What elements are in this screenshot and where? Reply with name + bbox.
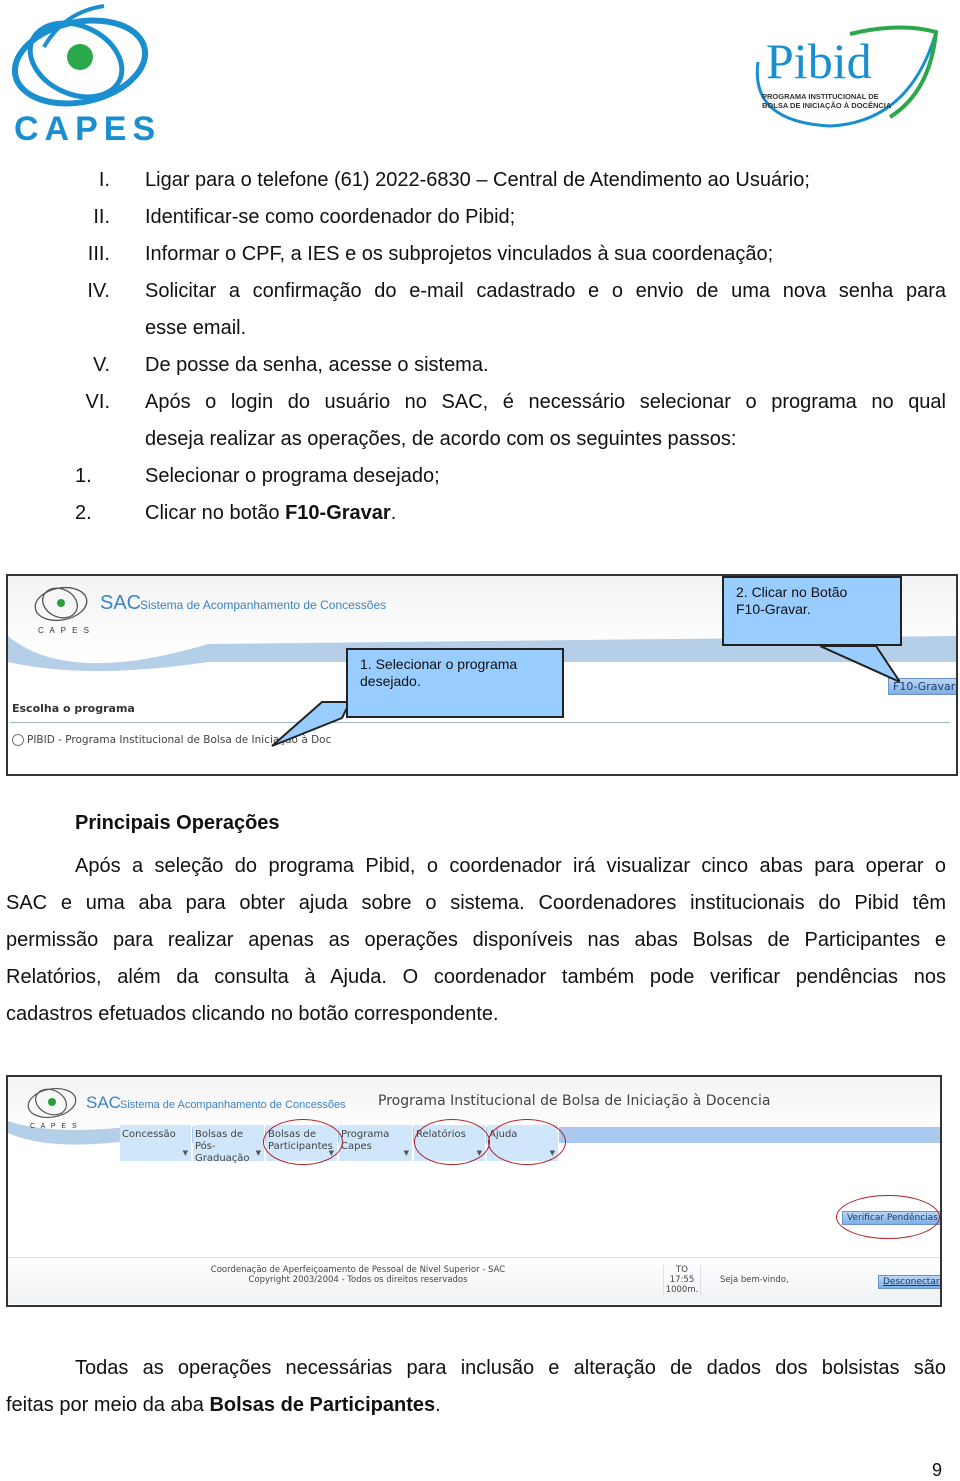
step-number: V. [92, 354, 110, 376]
capes-small-logo-icon [34, 586, 88, 622]
sac-subtitle: Sistema de Acompanhamento de Concessões [140, 598, 387, 612]
capes-logo-icon [11, 4, 149, 107]
pibid-logo-text: Pibid [766, 33, 872, 89]
step-text: Solicitar a confirmação do e-mail cadast… [145, 280, 946, 302]
step-text: Identificar-se como coordenador do Pibid… [145, 206, 516, 228]
step-text-bold: F10-Gravar [285, 502, 391, 524]
callout-click-save: 2. Clicar no Botão F10-Gravar. [722, 576, 902, 646]
program-title: Programa Institucional de Bolsa de Inici… [378, 1093, 771, 1109]
radio-button[interactable] [12, 734, 24, 746]
callout2-pointer [820, 645, 900, 684]
step-text: Informar o CPF, a IES e os subprojetos v… [145, 243, 774, 265]
step-text: Selecionar o programa desejado; [145, 465, 440, 487]
text-suffix: . [435, 1394, 441, 1416]
step-text-cont: esse email. [145, 317, 247, 339]
callout1-pointer [271, 701, 350, 747]
step-text: De posse da senha, acesse o sistema. [145, 354, 489, 376]
paragraph-line: feitas por meio da aba Bolsas de Partici… [6, 1387, 946, 1424]
capes-small-logo-text: C A P E S [30, 1123, 79, 1130]
section-title: Principais Operações [75, 812, 280, 834]
step-number: I. [98, 169, 110, 191]
footer-timeout: 1000m. [665, 1285, 699, 1295]
pibid-logo: Pibid PROGRAMA INSTITUCIONAL DE BOLSA DE… [740, 22, 940, 132]
callout-line: desejado. [360, 673, 421, 689]
screenshot-sac-main: C A P E S SAC Sistema de Acompanhamento … [6, 1075, 942, 1307]
tab-bolsas-pos-graduacao[interactable]: Bolsas de Pós-Graduação ▼ [193, 1125, 265, 1164]
paragraph-line: Todas as operações necessárias para incl… [75, 1357, 946, 1379]
highlight-ellipse [488, 1119, 566, 1165]
tab-label: Pós-Graduação [195, 1141, 250, 1164]
highlight-ellipse [414, 1119, 490, 1165]
sac-title: SAC [86, 1093, 121, 1112]
step-text: Clicar no botão F10-Gravar. [145, 501, 396, 525]
footer-line: Coordenação de Aperfeiçoamento de Pessoa… [210, 1265, 506, 1275]
chevron-down-icon: ▼ [403, 1149, 409, 1157]
step-number: IV. [87, 280, 110, 302]
callout-line: 1. Selecionar o programa [360, 656, 518, 672]
capes-logo: CAPES [4, 2, 156, 148]
page-number: 9 [932, 1460, 943, 1480]
disconnect-button[interactable]: Desconectar [878, 1275, 940, 1289]
footer-copyright: Coordenação de Aperfeiçoamento de Pessoa… [158, 1265, 558, 1285]
tab-label: Bolsas de [195, 1129, 243, 1140]
tab-concessao[interactable]: Concessão ▼ [120, 1125, 192, 1161]
step-text-cont: deseja realizar as operações, de acordo … [145, 428, 737, 450]
step-text: Ligar para o telefone (61) 2022-6830 – C… [145, 169, 810, 191]
pibid-logo-subtitle: PROGRAMA INSTITUCIONAL DE BOLSA DE INICI… [762, 92, 891, 110]
tab-label: Programa Capes [341, 1129, 390, 1152]
step-number: III. [87, 243, 110, 265]
callout-line: F10-Gravar. [736, 601, 811, 617]
paragraph-line: cadastros efetuados clicando no botão co… [6, 1003, 499, 1025]
footer-line: Copyright 2003/2004 - Todos os direitos … [248, 1275, 468, 1285]
step-text-suffix: . [390, 502, 397, 524]
callout-select-program: 1. Selecionar o programa desejado. [346, 648, 564, 718]
step-number: 1. [75, 465, 92, 487]
tab-label: Concessão [122, 1129, 176, 1140]
paragraph-line: SAC e uma aba para obter ajuda sobre o s… [6, 892, 946, 914]
tab-programa-capes[interactable]: Programa Capes ▼ [339, 1125, 413, 1161]
footer-session-info: TO 17:55 1000m. [663, 1265, 701, 1295]
divider [10, 722, 950, 723]
chevron-down-icon: ▼ [182, 1149, 188, 1157]
section-label: Escolha o programa [12, 702, 135, 715]
text-bold: Bolsas de Participantes [209, 1394, 436, 1416]
pibid-subtitle-line1: PROGRAMA INSTITUCIONAL DE [762, 92, 879, 101]
highlight-ellipse [263, 1119, 343, 1165]
pibid-subtitle-line2: BOLSA DE INICIAÇÃO À DOCÊNCIA [762, 101, 892, 110]
capes-small-logo-text: C A P E S [38, 626, 91, 635]
step-text-prefix: Clicar no botão [145, 502, 286, 524]
chevron-down-icon: ▼ [255, 1149, 261, 1157]
step-text: Após o login do usuário no SAC, é necess… [145, 391, 946, 413]
step-number: VI. [85, 391, 110, 413]
text-prefix: feitas por meio da aba [6, 1394, 210, 1416]
sac-title: SAC [100, 592, 142, 614]
paragraph-line: Relatórios, além da consulta à Ajuda. O … [6, 966, 946, 988]
footer-time: 17:55 [669, 1275, 695, 1285]
callout-line: 2. Clicar no Botão [736, 584, 848, 600]
paragraph-line: permissão para realizar apenas as operaç… [6, 929, 946, 951]
highlight-ellipse [836, 1195, 940, 1239]
capes-small-logo-icon [27, 1087, 77, 1119]
sac-subtitle: Sistema de Acompanhamento de Concessões [120, 1099, 346, 1111]
capes-logo-text: CAPES [14, 110, 162, 148]
step-number: 2. [75, 502, 92, 524]
closing-paragraph: Todas as operações necessárias para incl… [6, 1350, 946, 1424]
section-paragraph: Após a seleção do programa Pibid, o coor… [6, 848, 946, 1033]
step-number: II. [93, 206, 110, 228]
welcome-text: Seja bem-vindo, [720, 1275, 789, 1285]
paragraph-line: Após a seleção do programa Pibid, o coor… [75, 855, 946, 877]
footer-state: TO [676, 1265, 688, 1275]
